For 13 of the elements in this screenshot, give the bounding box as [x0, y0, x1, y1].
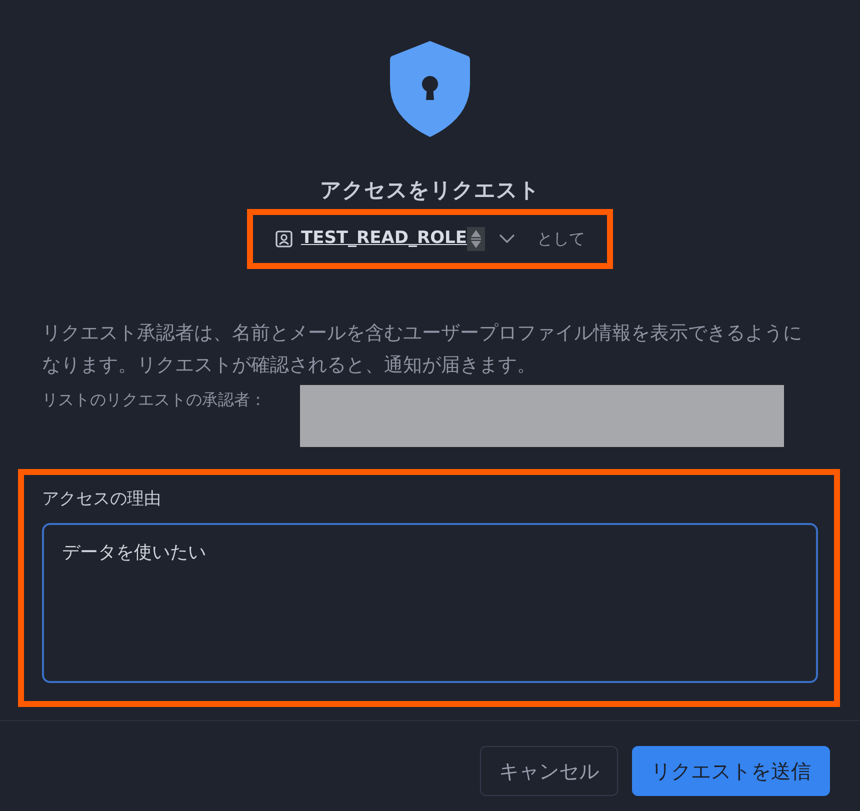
cancel-button[interactable]: キャンセル	[480, 746, 618, 796]
role-icon	[274, 230, 293, 248]
spinner-icon[interactable]	[467, 227, 485, 252]
as-label: として	[537, 228, 585, 250]
reason-field[interactable]: データを使いたい	[42, 522, 818, 684]
submit-button[interactable]: リクエストを送信	[632, 746, 830, 796]
role-link[interactable]: TEST_READ_ROLE	[300, 226, 467, 252]
dialog-title: アクセスをリクエスト	[319, 178, 541, 204]
shield-lock-icon	[388, 40, 472, 138]
reason-label: アクセスの理由	[42, 488, 162, 512]
chevron-down-icon[interactable]	[499, 234, 515, 244]
description-text: リクエスト承認者は、名前とメールを含むユーザープロファイル情報を表示できるようになります。リクエストが確認されると、通知が届きます。	[41, 321, 803, 378]
approvers-label: リストのリクエストの承認者：	[42, 389, 267, 412]
